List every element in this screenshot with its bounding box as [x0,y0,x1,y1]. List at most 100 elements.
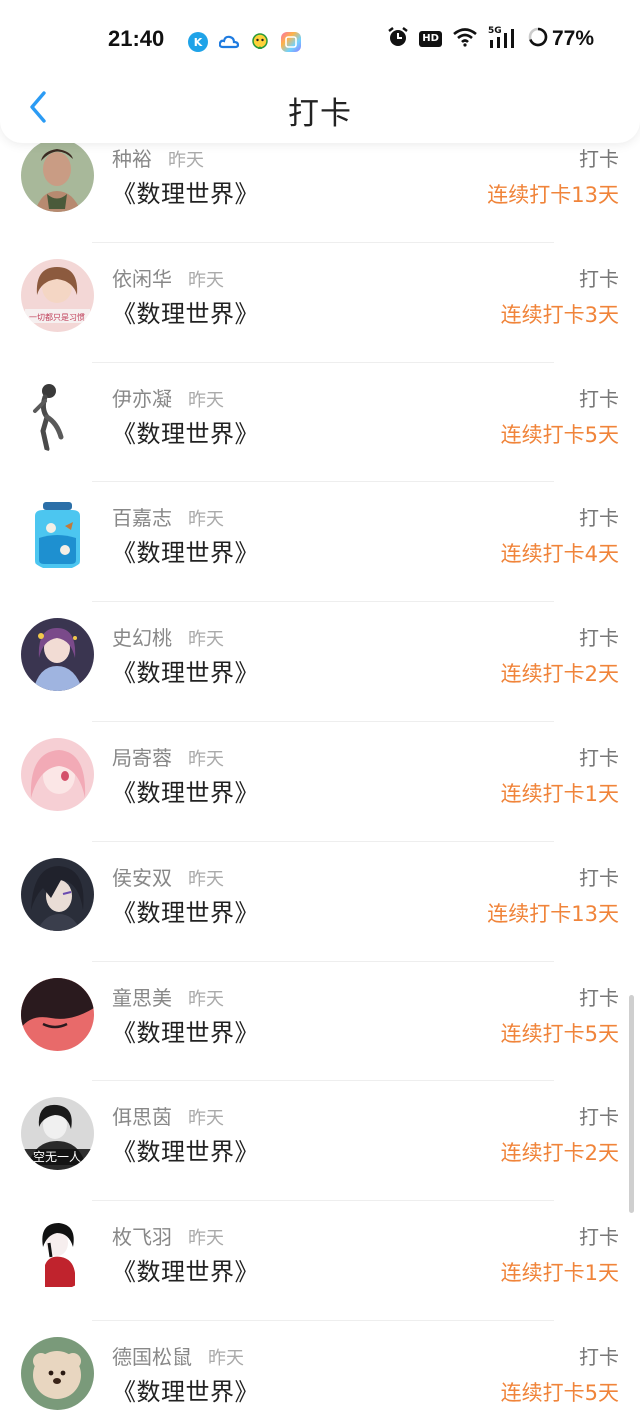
streak-label: 连续打卡2天 [500,1141,619,1166]
user-name-text: 童思美 [112,985,172,1010]
book-title: 《数理世界》 [112,180,259,208]
checkin-action: 打卡 [579,147,619,171]
wifi-icon [452,27,478,51]
streak-label: 连续打卡5天 [500,1021,619,1046]
book-title: 《数理世界》 [112,299,259,328]
list-item[interactable]: 伊亦凝 昨天 《数理世界》 打卡 连续打卡5天 [0,363,640,483]
avatar [21,857,94,931]
checkin-action: 打卡 [579,626,619,651]
user-name: 枚飞羽 昨天 [112,1221,224,1250]
status-time: 21:40 [108,26,165,51]
k-app-icon: K [188,32,208,52]
user-name-text: 百嘉志 [112,506,172,531]
avatar [21,498,94,572]
user-name-text: 伊亦凝 [112,386,172,411]
hd-badge: HD [419,31,442,47]
user-name-text: 枚飞羽 [112,1225,172,1250]
checkin-action: 打卡 [579,266,619,291]
cellular-signal-icon: 5G [488,26,518,50]
user-name: 伊亦凝 昨天 [112,383,224,412]
checkin-action: 打卡 [579,1105,619,1130]
book-title: 《数理世界》 [112,659,259,688]
user-name-text: 局寄蓉 [112,745,172,770]
user-name: 种裕 昨天 [112,143,204,172]
scrollbar[interactable] [629,995,634,1213]
checkin-time: 昨天 [188,1108,224,1130]
user-name: 侯安双 昨天 [112,862,224,891]
list-item[interactable]: 一切都只是习惯 依闲华 昨天 《数理世界》 打卡 连续打卡3天 [0,243,640,363]
checkin-time: 昨天 [188,748,224,770]
checkin-time: 昨天 [188,868,224,890]
streak-label: 连续打卡13天 [487,183,619,207]
page-title: 打卡 [288,96,352,132]
checkin-action: 打卡 [579,745,619,770]
user-name: 佴思茵 昨天 [112,1101,224,1130]
streak-label: 连续打卡4天 [500,542,619,567]
list-item[interactable]: 侯安双 昨天 《数理世界》 打卡 连续打卡13天 [0,842,640,962]
list-item[interactable]: 童思美 昨天 《数理世界》 打卡 连续打卡5天 [0,962,640,1082]
checkin-time: 昨天 [168,150,204,171]
avatar [21,1217,94,1291]
checkin-time: 昨天 [188,389,224,411]
list-item[interactable]: 枚飞羽 昨天 《数理世界》 打卡 连续打卡1天 [0,1201,640,1321]
checkin-time: 昨天 [188,1228,224,1250]
book-title: 《数理世界》 [112,1018,259,1047]
user-name: 依闲华 昨天 [112,263,224,292]
streak-label: 连续打卡1天 [500,1261,619,1286]
avatar-caption: 空无一人 [33,1150,81,1164]
user-name-text: 种裕 [112,147,152,171]
status-right: HD 5G 77% [387,26,594,52]
avatar [21,378,94,452]
header: 21:40 K HD 5G 77% 打卡 [0,0,640,143]
avatar: 一切都只是习惯 [21,258,94,332]
user-name: 局寄蓉 昨天 [112,742,224,771]
user-name-text: 佴思茵 [112,1105,172,1130]
checkin-list: 种裕昨天 《数理世界》 打卡 连续打卡13天 一切都只是习惯 依闲华昨天 《 [0,123,640,1422]
list-item[interactable]: 空无一人 佴思茵 昨天 《数理世界》 打卡 连续打卡2天 [0,1081,640,1202]
user-name: 百嘉志 昨天 [112,502,224,531]
book-title: 《数理世界》 [112,1258,259,1287]
checkin-action: 打卡 [579,386,619,411]
book-title: 《数理世界》 [112,778,259,807]
checkin-action: 打卡 [579,506,619,531]
checkin-time: 昨天 [188,629,224,651]
checkin-time: 昨天 [208,1347,244,1369]
nav-bar: 打卡 [0,80,640,140]
battery-ring-icon [528,27,548,51]
checkin-action: 打卡 [579,1225,619,1250]
user-name-text: 德国松鼠 [112,1344,192,1369]
checkin-action: 打卡 [579,985,619,1010]
avatar-caption: 一切都只是习惯 [29,312,85,322]
streak-label: 连续打卡1天 [500,781,619,806]
checkin-page: 21:40 K HD 5G 77% 打卡 种裕 昨天 《数理世界》 打卡 连续打… [0,0,640,1422]
chat-app-icon [250,32,270,52]
book-title: 《数理世界》 [112,898,259,927]
checkin-time: 昨天 [188,988,224,1010]
list-item[interactable]: 德国松鼠 昨天 《数理世界》 打卡 连续打卡5天 [0,1321,640,1422]
streak-label: 连续打卡5天 [500,422,619,447]
user-name-text: 史幻桃 [112,626,172,651]
checkin-action: 打卡 [579,1344,619,1369]
list-item[interactable]: 百嘉志 昨天 《数理世界》 打卡 连续打卡4天 [0,482,640,603]
checkin-action: 打卡 [579,865,619,890]
streak-label: 连续打卡3天 [500,302,619,327]
battery-percent: 77% [551,27,594,50]
user-name: 德国松鼠 昨天 [112,1341,244,1370]
user-name: 史幻桃 昨天 [112,622,224,651]
avatar [21,737,94,811]
book-title: 《数理世界》 [112,1377,259,1406]
book-title: 《数理世界》 [112,539,259,568]
user-name: 童思美 昨天 [112,982,224,1011]
streak-label: 连续打卡2天 [500,662,619,687]
book-title: 《数理世界》 [112,1138,259,1167]
avatar [21,1336,94,1410]
alarm-icon [387,26,409,52]
checkin-time: 昨天 [188,269,224,291]
streak-label: 连续打卡5天 [500,1380,619,1405]
checkin-time: 昨天 [188,509,224,531]
streak-label: 连续打卡13天 [487,901,619,926]
list-item[interactable]: 局寄蓉 昨天 《数理世界》 打卡 连续打卡1天 [0,722,640,842]
book-title: 《数理世界》 [112,419,259,448]
avatar [21,977,94,1051]
list-item[interactable]: 史幻桃 昨天 《数理世界》 打卡 连续打卡2天 [0,602,640,722]
